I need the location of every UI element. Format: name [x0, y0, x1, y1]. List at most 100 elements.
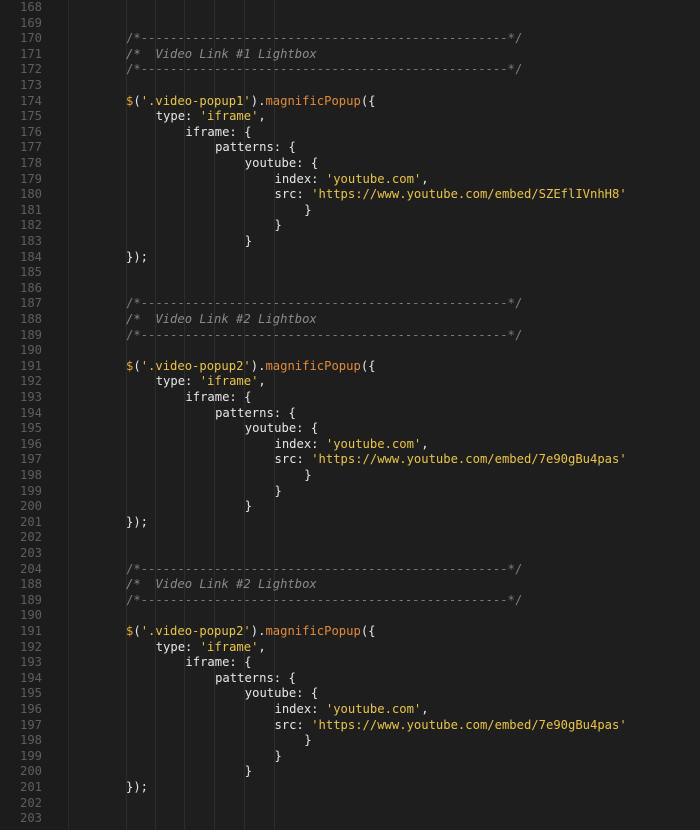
line-number: 189 — [19, 327, 42, 342]
line-number: 171 — [19, 46, 42, 61]
code-text: iframe: { — [185, 655, 251, 671]
code-line[interactable]: 203 — [0, 811, 700, 827]
code-line[interactable]: 188 /* Video Link #2 Lightbox — [0, 577, 700, 593]
code-text: } — [275, 218, 282, 234]
code-line[interactable]: 194 patterns: { — [0, 671, 700, 687]
code-token: } — [244, 764, 253, 779]
code-line[interactable]: 189 /*-----------------------------------… — [0, 328, 700, 344]
code-line[interactable]: 187 /*-----------------------------------… — [0, 296, 700, 312]
code-text: youtube: { — [245, 421, 318, 437]
code-line[interactable]: 204 /*-----------------------------------… — [0, 562, 700, 578]
line-number: 203 — [19, 546, 42, 560]
code-text: }); — [126, 780, 148, 796]
code-text: } — [245, 764, 252, 780]
code-line[interactable]: 194 patterns: { — [0, 406, 700, 422]
code-token: magnificPopup — [265, 624, 361, 638]
code-text: /*--------------------------------------… — [126, 62, 522, 78]
code-token: ({ — [360, 624, 376, 638]
code-line[interactable]: 175 type: 'iframe', — [0, 109, 700, 125]
code-text: type: 'iframe', — [156, 374, 266, 390]
code-line[interactable]: 201}); — [0, 515, 700, 531]
code-line[interactable]: 195 youtube: { — [0, 421, 700, 437]
line-number: 183 — [19, 234, 42, 248]
code-line[interactable]: 192 type: 'iframe', — [0, 374, 700, 390]
line-number: 185 — [19, 265, 42, 280]
code-token: /*--------------------------------------… — [126, 62, 523, 77]
code-token: '.video-popup2' — [140, 624, 251, 638]
code-line[interactable]: 200} — [0, 499, 700, 515]
code-line[interactable]: 182} — [0, 218, 700, 234]
code-line[interactable]: 199} — [0, 484, 700, 500]
code-line[interactable]: 199} — [0, 749, 700, 765]
code-line[interactable]: 201}); — [0, 780, 700, 796]
code-line[interactable]: 172 /*-----------------------------------… — [0, 62, 700, 78]
code-line[interactable]: 188 /* Video Link #2 Lightbox — [0, 312, 700, 328]
code-line[interactable]: 180 src: 'https://www.youtube.com/embed/S… — [0, 187, 700, 203]
line-number: 195 — [19, 686, 42, 701]
code-token: } — [244, 499, 253, 514]
code-line[interactable]: 178 youtube: { — [0, 156, 700, 172]
code-line[interactable]: 197 src: 'https://www.youtube.com/embed/7… — [0, 452, 700, 468]
code-text: /* Video Link #2 Lightbox — [126, 312, 317, 328]
code-line[interactable]: 193 iframe: { — [0, 655, 700, 671]
code-token: 'youtube.com' — [325, 436, 422, 451]
code-line[interactable]: 198} — [0, 468, 700, 484]
code-line[interactable]: 171 /* Video Link #1 Lightbox — [0, 47, 700, 63]
code-token: /* Video Link #2 Lightbox — [126, 577, 317, 592]
code-line[interactable]: 189 /*-----------------------------------… — [0, 593, 700, 609]
line-number: 188 — [19, 312, 42, 326]
code-line[interactable]: 173 — [0, 78, 700, 94]
code-text: /*--------------------------------------… — [126, 296, 522, 312]
code-token: patterns: { — [215, 670, 296, 685]
code-token: }); — [126, 780, 149, 794]
code-line[interactable]: 196 index: 'youtube.com', — [0, 437, 700, 453]
code-text: $('.video-popup2').magnificPopup({ — [126, 624, 376, 640]
code-token: /* Video Link #2 Lightbox — [126, 312, 317, 326]
code-text: patterns: { — [215, 140, 296, 156]
code-area[interactable]: 168 169 170 /*-----------------------------… — [0, 0, 700, 830]
code-token: src: — [274, 717, 312, 732]
code-line[interactable]: 186 — [0, 281, 700, 297]
code-text: }); — [126, 515, 148, 531]
code-line[interactable]: 177 patterns: { — [0, 140, 700, 156]
line-number: 202 — [19, 530, 42, 545]
code-token: ({ — [360, 93, 376, 108]
code-line[interactable]: 168 — [0, 0, 700, 16]
code-line[interactable]: 183} — [0, 234, 700, 250]
code-line[interactable]: 202 — [0, 530, 700, 546]
code-token: 'https://www.youtube.com/embed/SZEflIVnh… — [311, 187, 627, 202]
code-token: 'https://www.youtube.com/embed/7e90gBu4p… — [311, 452, 627, 467]
code-text: iframe: { — [185, 390, 251, 406]
code-line[interactable]: 202 — [0, 796, 700, 812]
code-line[interactable]: 191 $('.video-popup2').magnificPopup({ — [0, 624, 700, 640]
code-editor[interactable]: 168 169 170 /*-----------------------------… — [0, 0, 700, 830]
code-token: 'iframe' — [199, 109, 259, 124]
line-number: 176 — [19, 124, 42, 139]
code-line[interactable]: 176 iframe: { — [0, 125, 700, 141]
code-line[interactable]: 184}); — [0, 250, 700, 266]
code-line[interactable]: 197 src: 'https://www.youtube.com/embed/7… — [0, 718, 700, 734]
code-line[interactable]: 179 index: 'youtube.com', — [0, 172, 700, 188]
code-line[interactable]: 192 type: 'iframe', — [0, 640, 700, 656]
line-number: 190 — [19, 343, 42, 358]
code-line[interactable]: 181} — [0, 203, 700, 219]
line-number: 189 — [19, 592, 42, 607]
code-line[interactable]: 203 — [0, 546, 700, 562]
code-token: ). — [250, 358, 266, 373]
code-text: } — [304, 733, 311, 749]
code-line[interactable]: 198} — [0, 733, 700, 749]
code-line[interactable]: 190 — [0, 343, 700, 359]
code-line[interactable]: 174 $('.video-popup1').magnificPopup({ — [0, 94, 700, 110]
code-token: src: — [274, 452, 312, 467]
code-line[interactable]: 190 — [0, 608, 700, 624]
code-token: ( — [133, 624, 141, 638]
code-line[interactable]: 191 $('.video-popup2').magnificPopup({ — [0, 359, 700, 375]
code-line[interactable]: 196 index: 'youtube.com', — [0, 702, 700, 718]
code-line[interactable]: 193 iframe: { — [0, 390, 700, 406]
code-line[interactable]: 200} — [0, 764, 700, 780]
code-line[interactable]: 169 — [0, 16, 700, 32]
code-line[interactable]: 185 — [0, 265, 700, 281]
code-line[interactable]: 195 youtube: { — [0, 686, 700, 702]
code-token: src: — [274, 187, 312, 202]
code-line[interactable]: 170 /*-----------------------------------… — [0, 31, 700, 47]
